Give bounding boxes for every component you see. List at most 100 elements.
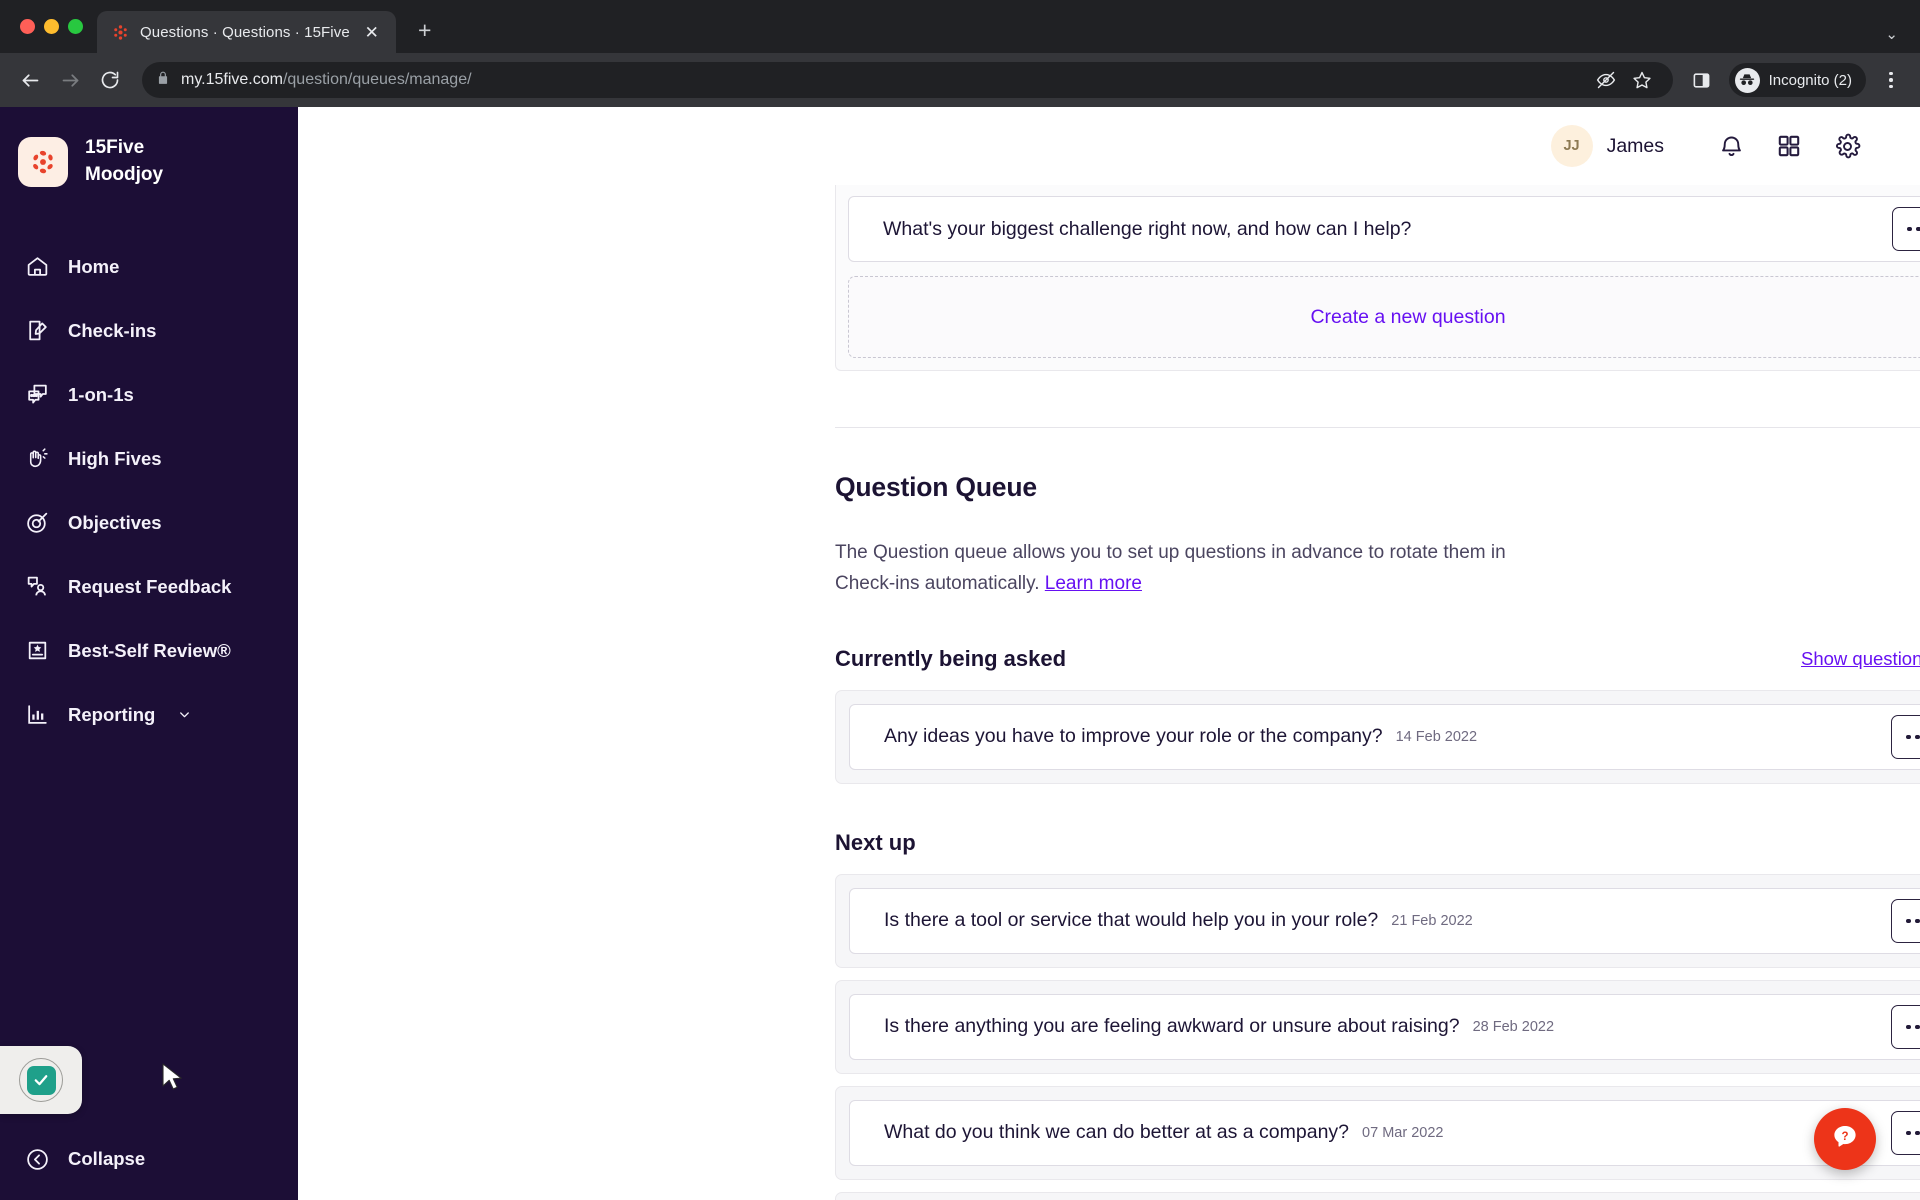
chevron-down-icon[interactable]: ⌄ [1885, 25, 1898, 43]
gear-icon[interactable] [1818, 123, 1876, 169]
next-up-card-wrapper: Is there anything you are feeling awkwar… [835, 979, 1920, 1074]
url-host: my.15five.com [181, 71, 283, 88]
question-card[interactable]: Is there anything you are feeling awkwar… [849, 993, 1920, 1060]
sidebar-item-label: Best-Self Review® [68, 639, 231, 661]
sidebar-item-label: Check-ins [68, 319, 157, 341]
next-up-title: Next up [835, 829, 916, 855]
question-queue-header: Question Queue [835, 472, 1920, 518]
kebab-horizontal-icon[interactable] [1891, 1004, 1920, 1049]
sidebar-item-label: 1-on-1s [68, 383, 134, 405]
incognito-icon [1734, 67, 1760, 93]
home-icon [24, 254, 50, 280]
sidebar-item-request-feedback[interactable]: Request Feedback [0, 555, 298, 619]
eye-slash-icon[interactable] [1589, 63, 1623, 97]
chevron-down-icon [177, 707, 192, 722]
bell-icon[interactable] [1702, 123, 1760, 169]
tab-strip: Questions · Questions · 15Five ✕ + ⌄ [0, 0, 1920, 53]
question-card[interactable]: Is there a tool or service that would he… [849, 887, 1920, 954]
scroll-area[interactable]: What's your biggest challenge right now,… [298, 185, 1920, 1200]
kebab-horizontal-icon[interactable] [1891, 898, 1920, 943]
kebab-horizontal-icon[interactable] [1891, 714, 1920, 759]
arrow-left-icon[interactable] [12, 62, 48, 98]
check-ins-icon [24, 318, 50, 344]
sidebar-item-check-ins[interactable]: Check-ins [0, 299, 298, 363]
question-card[interactable]: What do you think we can do better at as… [849, 1099, 1920, 1166]
sidebar-item-high-fives[interactable]: High Fives [0, 427, 298, 491]
chat-bubbles-icon [24, 382, 50, 408]
side-panel-icon[interactable] [1685, 63, 1719, 97]
sidebar-item-home[interactable]: Home [0, 235, 298, 299]
page-viewport: 15Five Moodjoy Home Check-ins 1-on-1s Hi… [0, 107, 1920, 1200]
question-card[interactable]: What's your biggest challenge right now,… [848, 196, 1920, 262]
sidebar-item-label: Home [68, 255, 120, 277]
incognito-indicator[interactable]: Incognito (2) [1728, 63, 1866, 97]
next-up-card-wrapper: What can we do to make you more successf… [835, 1191, 1920, 1200]
next-up-card-wrapper: Is there a tool or service that would he… [835, 873, 1920, 968]
kebab-horizontal-icon[interactable] [1891, 1110, 1920, 1155]
browser-tab[interactable]: Questions · Questions · 15Five ✕ [97, 11, 396, 53]
previous-questions-block: What's your biggest challenge right now,… [835, 185, 1920, 371]
sidebar-item-best-self-review[interactable]: Best-Self Review® [0, 619, 298, 683]
kebab-horizontal-icon[interactable] [1892, 207, 1920, 251]
bar-chart-icon [24, 702, 50, 728]
sidebar-item-reporting[interactable]: Reporting [0, 683, 298, 747]
close-icon[interactable]: ✕ [360, 20, 384, 44]
sidebar-item-objectives[interactable]: Objectives [0, 491, 298, 555]
page-title: Question Queue [835, 472, 1037, 502]
question-text: What's your biggest challenge right now,… [883, 217, 1412, 240]
kebab-vertical-icon[interactable] [1876, 63, 1906, 97]
help-fab-button[interactable]: ? [1814, 1108, 1876, 1170]
user-name: James [1606, 134, 1664, 157]
question-date: 14 Feb 2022 [1395, 728, 1478, 745]
15five-burst-icon [111, 23, 130, 42]
question-date: 28 Feb 2022 [1472, 1018, 1555, 1035]
brand-product-name: 15Five [85, 137, 145, 158]
sidebar-item-1-on-1s[interactable]: 1-on-1s [0, 363, 298, 427]
create-new-question-button[interactable]: Create a new question [848, 276, 1920, 358]
minimize-window-button[interactable] [44, 19, 59, 34]
review-badge-icon [24, 638, 50, 664]
question-text: Is there anything you are feeling awkwar… [884, 1015, 1460, 1038]
checkbox-check-icon [26, 1065, 56, 1095]
close-window-button[interactable] [20, 19, 35, 34]
content-column: What's your biggest challenge right now,… [835, 185, 1920, 1200]
question-text: Any ideas you have to improve your role … [884, 725, 1383, 748]
omnibox-actions [1589, 63, 1659, 97]
reload-icon[interactable] [92, 62, 128, 98]
brand-header[interactable]: 15Five Moodjoy [0, 135, 298, 189]
question-text: What do you think we can do better at as… [884, 1121, 1350, 1144]
tab-title: Questions · Questions · 15Five [140, 23, 350, 41]
collapse-sidebar-button[interactable]: Collapse [0, 1128, 298, 1190]
sidebar-item-label: Reporting [68, 703, 156, 725]
address-bar[interactable]: my.15five.com/question/queues/manage/ [142, 62, 1673, 98]
browser-toolbar: my.15five.com/question/queues/manage/ In… [0, 53, 1920, 107]
maximize-window-button[interactable] [68, 19, 83, 34]
question-queue-description: The Question queue allows you to set up … [835, 538, 1545, 600]
tab-task-widget[interactable] [0, 1046, 82, 1114]
currently-asked-card-wrapper: Any ideas you have to improve your role … [835, 689, 1920, 784]
show-question-details-link[interactable]: Show question details [1801, 648, 1920, 670]
collapse-label: Collapse [68, 1148, 146, 1169]
grid-icon[interactable] [1760, 123, 1818, 169]
user-menu[interactable]: JJ James [1550, 125, 1664, 167]
question-text: Is there a tool or service that would he… [884, 909, 1379, 932]
sidebar-item-label: Objectives [68, 511, 162, 533]
high-five-hand-icon [24, 446, 50, 472]
star-icon[interactable] [1625, 63, 1659, 97]
brand-text: 15Five Moodjoy [85, 135, 163, 189]
15five-logo-icon [18, 136, 68, 187]
next-up-card-wrapper: What do you think we can do better at as… [835, 1085, 1920, 1180]
widget-ring [19, 1058, 63, 1102]
arrow-right-icon [52, 62, 88, 98]
description-text: The Question queue allows you to set up … [835, 542, 1506, 594]
app-header: JJ James [298, 107, 1920, 185]
target-icon [24, 510, 50, 536]
question-card[interactable]: Any ideas you have to improve your role … [849, 703, 1920, 770]
new-tab-button[interactable]: + [410, 15, 440, 45]
section-divider [835, 427, 1920, 428]
avatar: JJ [1550, 125, 1593, 167]
learn-more-link[interactable]: Learn more [1045, 573, 1142, 594]
browser-window: Questions · Questions · 15Five ✕ + ⌄ my.… [0, 0, 1920, 1200]
brand-company-name: Moodjoy [85, 163, 164, 185]
url-path: /question/queues/manage/ [282, 71, 472, 88]
